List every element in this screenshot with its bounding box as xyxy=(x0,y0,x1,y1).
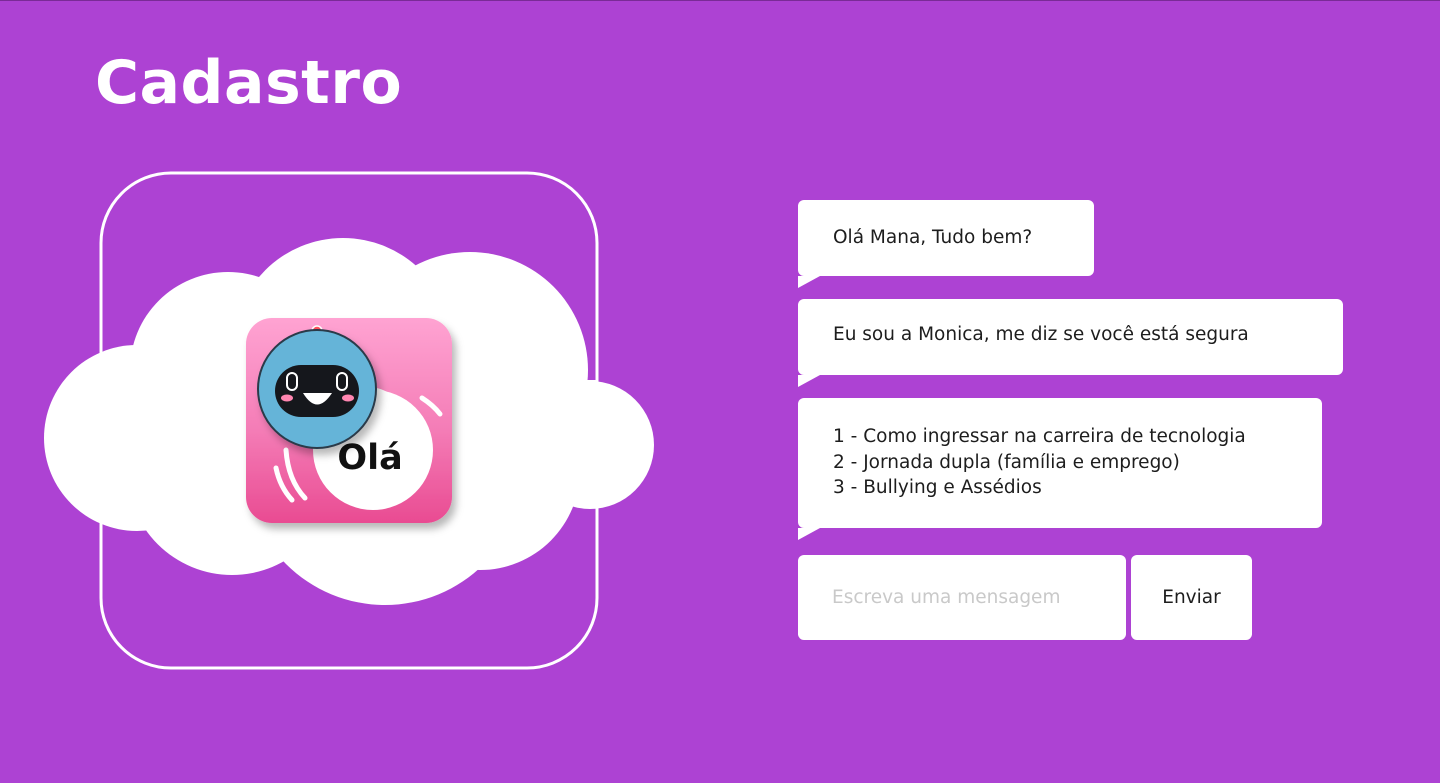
message-input[interactable] xyxy=(798,555,1126,640)
send-button[interactable]: Enviar xyxy=(1131,555,1252,640)
bot-message-text: Eu sou a Monica, me diz se você está seg… xyxy=(833,324,1249,345)
bubble-tail xyxy=(798,276,820,288)
menu-option-3: 3 - Bullying e Assédios xyxy=(833,477,1042,498)
bot-message-intro: Eu sou a Monica, me diz se você está seg… xyxy=(798,299,1343,375)
bubble-tail xyxy=(798,528,820,540)
bot-message-menu: 1 - Como ingressar na carreira de tecnol… xyxy=(798,398,1322,528)
bot-message-text: Olá Mana, Tudo bem? xyxy=(833,227,1033,248)
bubble-tail xyxy=(798,375,820,387)
bot-message-greeting: Olá Mana, Tudo bem? xyxy=(798,200,1094,276)
menu-option-1: 1 - Como ingressar na carreira de tecnol… xyxy=(833,426,1246,447)
menu-option-2: 2 - Jornada dupla (família e emprego) xyxy=(833,451,1180,473)
chatbot-illustration: Olá xyxy=(44,171,654,670)
speech-bubble-text: Olá xyxy=(337,438,402,478)
